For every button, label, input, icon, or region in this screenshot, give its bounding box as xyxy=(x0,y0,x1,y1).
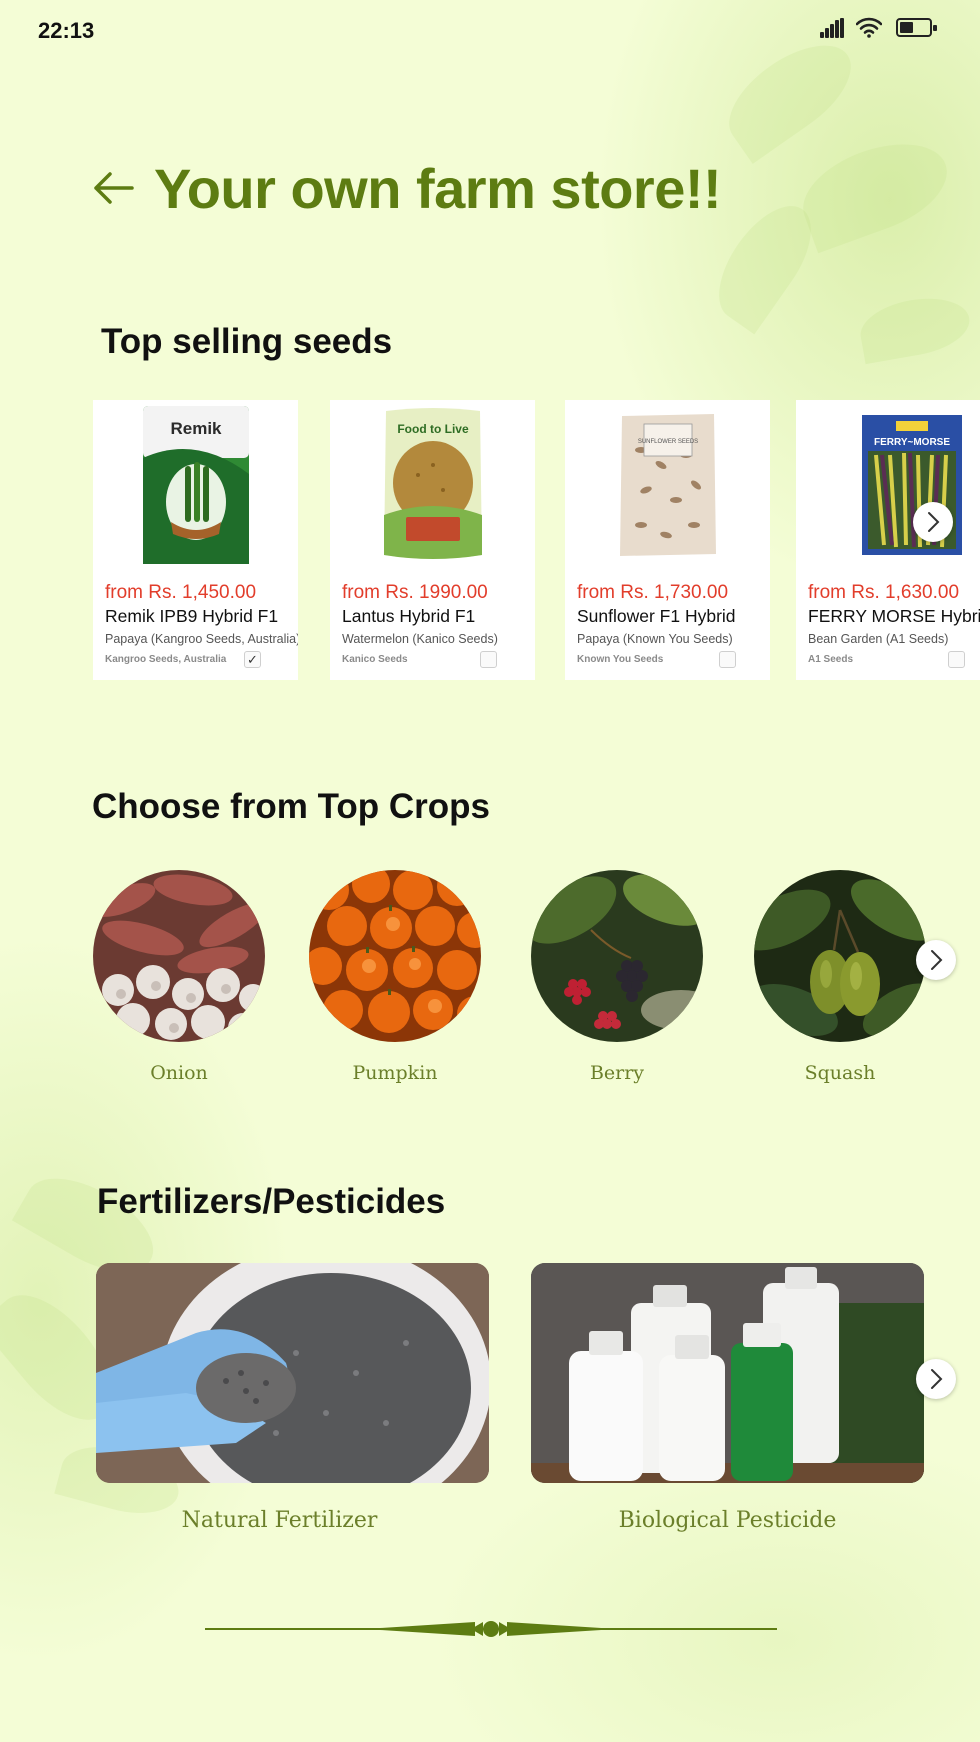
seed-card[interactable]: Remik from Rs. 1,450.00 Remik IPB9 Hybri… xyxy=(93,400,298,680)
seed-pack-image: Food to Live xyxy=(330,400,535,570)
seed-checkbox[interactable] xyxy=(719,651,736,668)
svg-text:Food to Live: Food to Live xyxy=(397,422,469,436)
seed-pack-image: FERRY~MORSE xyxy=(796,400,980,570)
wifi-icon xyxy=(856,17,882,38)
fertilizer-label: Natural Fertilizer xyxy=(181,1508,378,1533)
seed-subtitle: Papaya (Kangroo Seeds, Australia) xyxy=(105,632,298,646)
seed-subtitle: Watermelon (Kanico Seeds) xyxy=(342,632,498,646)
page-title: Your own farm store!! xyxy=(154,157,722,220)
seed-subtitle: Papaya (Known You Seeds) xyxy=(577,632,733,646)
seed-pack-image: Remik xyxy=(93,400,298,570)
section-title-seeds: Top selling seeds xyxy=(101,322,393,361)
crop-image-squash[interactable] xyxy=(754,870,926,1042)
status-time: 22:13 xyxy=(38,18,95,43)
svg-text:FERRY~MORSE: FERRY~MORSE xyxy=(874,437,950,448)
signal-icon xyxy=(820,18,844,38)
chevron-right-icon xyxy=(931,950,943,970)
section-title-crops: Choose from Top Crops xyxy=(92,787,490,826)
crop-label: Berry xyxy=(589,1062,645,1084)
fertilizer-label: Biological Pesticide xyxy=(618,1508,837,1533)
crop-image-berry[interactable] xyxy=(531,870,703,1042)
seed-name: Sunflower F1 Hybrid xyxy=(577,606,736,626)
seed-name: Lantus Hybrid F1 xyxy=(342,606,476,626)
svg-text:Remik: Remik xyxy=(170,419,222,438)
status-bar: 22:13 xyxy=(0,0,980,60)
seed-name: Remik IPB9 Hybrid F1 xyxy=(105,606,279,626)
seed-checkbox[interactable]: ✓ xyxy=(244,651,261,668)
chevron-right-icon xyxy=(931,1369,943,1389)
fertilizer-image-pesticide[interactable] xyxy=(531,1263,924,1483)
svg-text:SUNFLOWER SEEDS: SUNFLOWER SEEDS xyxy=(637,439,697,445)
ornament-divider xyxy=(205,1621,777,1637)
seed-vendor: Kangroo Seeds, Australia xyxy=(105,654,227,665)
battery-icon xyxy=(896,18,937,37)
seed-vendor: Kanico Seeds xyxy=(342,654,408,665)
seed-vendor: Known You Seeds xyxy=(577,654,664,665)
crop-label: Pumpkin xyxy=(352,1062,438,1084)
seed-checkbox[interactable] xyxy=(480,651,497,668)
seed-name: FERRY MORSE Hybrid xyxy=(808,606,980,626)
seed-pack-image: SUNFLOWER SEEDS xyxy=(565,400,770,570)
seed-price: from Rs. 1,630.00 xyxy=(808,582,960,603)
background-leaf xyxy=(856,290,974,365)
crop-label: Onion xyxy=(150,1062,208,1084)
fertilizers-next-button[interactable] xyxy=(916,1359,956,1399)
seed-vendor: A1 Seeds xyxy=(808,654,854,665)
chevron-right-icon xyxy=(928,512,940,532)
seed-price: from Rs. 1990.00 xyxy=(342,582,488,603)
seed-subtitle: Bean Garden (A1 Seeds) xyxy=(808,632,949,646)
crop-image-onion[interactable] xyxy=(93,870,265,1042)
seeds-next-button[interactable] xyxy=(913,502,953,542)
crop-image-pumpkin[interactable] xyxy=(309,870,481,1042)
seed-card[interactable]: SUNFLOWER SEEDS from Rs. 1,730.00 Sunflo… xyxy=(565,400,770,680)
crops-next-button[interactable] xyxy=(916,940,956,980)
seed-card[interactable]: Food to Live from Rs. 1990.00 Lantus Hyb… xyxy=(330,400,535,680)
back-arrow-icon[interactable] xyxy=(92,170,134,206)
section-title-fertilizers: Fertilizers/Pesticides xyxy=(97,1182,446,1221)
seed-checkbox[interactable] xyxy=(948,651,965,668)
seed-price: from Rs. 1,450.00 xyxy=(105,582,257,603)
fertilizer-image-natural[interactable] xyxy=(96,1263,489,1483)
seed-price: from Rs. 1,730.00 xyxy=(577,582,729,603)
crop-label: Squash xyxy=(804,1062,876,1084)
background-leaf xyxy=(790,126,960,254)
seed-card[interactable]: FERRY~MORSE from Rs. 1,630.00 FERRY MORS… xyxy=(796,400,980,680)
